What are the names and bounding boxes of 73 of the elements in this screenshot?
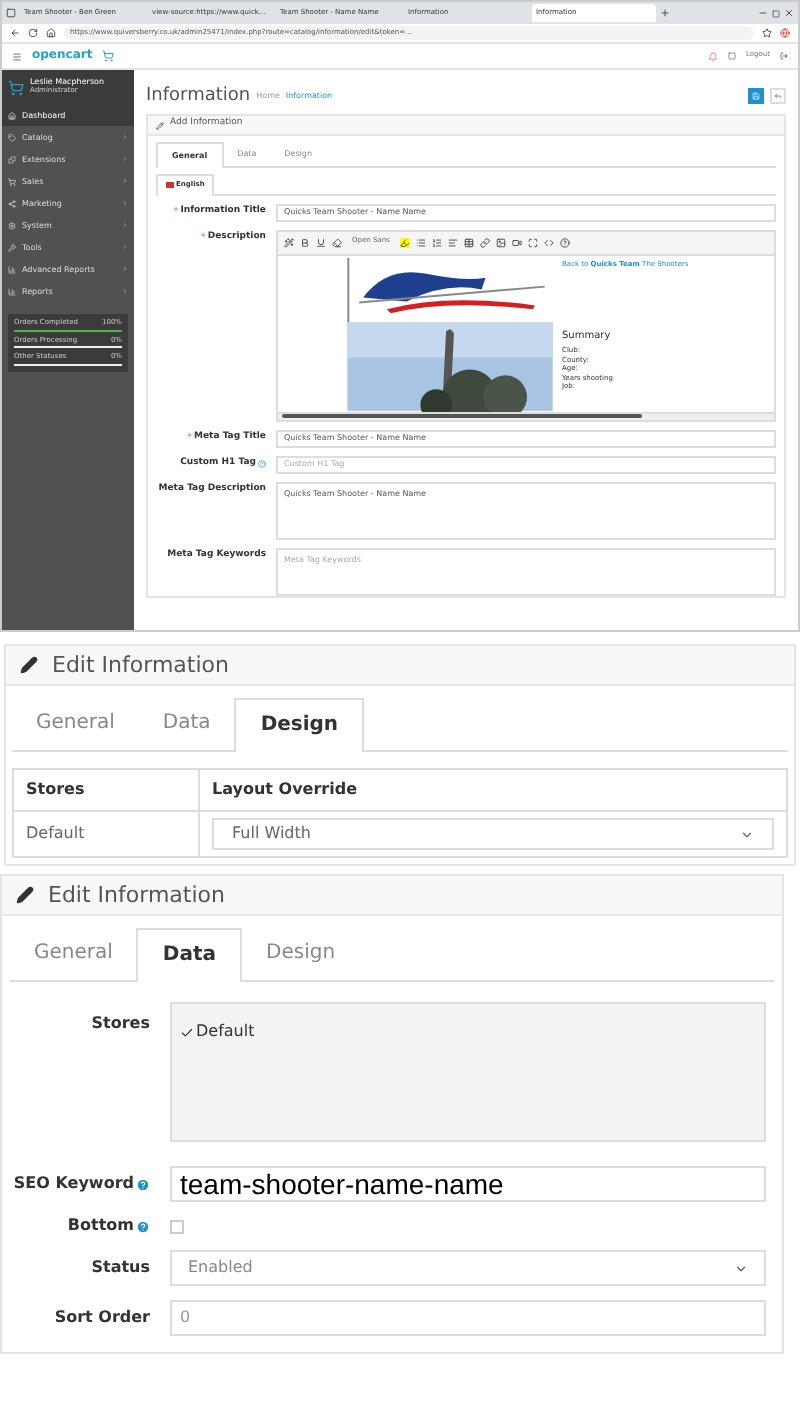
panel-title: Edit Information	[48, 884, 225, 906]
fullscreen-icon[interactable]	[527, 237, 538, 247]
cart-icon	[8, 177, 16, 185]
settings-icon	[8, 221, 16, 229]
home-icon[interactable]	[46, 28, 56, 38]
pencil-icon	[16, 886, 34, 904]
link-icon[interactable]	[479, 237, 490, 247]
back-button[interactable]	[770, 88, 786, 104]
highlight-icon[interactable]	[399, 237, 410, 247]
scrollbar[interactable]	[282, 414, 642, 418]
panel-title: Edit Information	[52, 654, 229, 676]
checkmark-icon	[180, 1025, 194, 1039]
layout-select[interactable]: Full Width	[212, 818, 774, 850]
menu-icon[interactable]	[12, 51, 22, 61]
cart-icon	[8, 79, 24, 95]
reply-icon	[774, 92, 782, 100]
wrench-icon	[8, 243, 16, 251]
checkbox[interactable]	[170, 1219, 184, 1233]
bar-chart-icon	[8, 265, 16, 273]
minimize-icon[interactable]	[758, 8, 768, 18]
table-cell: Default	[13, 811, 199, 857]
column-header: Stores	[13, 769, 199, 811]
tab[interactable]: Design	[242, 928, 360, 980]
share-icon	[8, 199, 16, 207]
table-icon[interactable]	[463, 237, 474, 247]
align-icon[interactable]	[447, 237, 458, 247]
chevron-down-icon	[734, 1261, 748, 1275]
tab[interactable]: Data	[136, 928, 242, 982]
pencil-icon	[20, 656, 38, 674]
tab[interactable]: General	[10, 928, 137, 980]
field-label: Status	[91, 1260, 150, 1276]
underline-icon[interactable]	[316, 237, 326, 247]
save-icon	[752, 92, 760, 100]
column-header: Layout Override	[199, 769, 787, 811]
magic-wand-icon[interactable]	[284, 237, 294, 247]
code-icon[interactable]	[543, 237, 554, 247]
eraser-icon[interactable]	[332, 237, 342, 247]
puzzle-icon	[8, 155, 16, 163]
field-label: Bottom	[67, 1218, 134, 1234]
flag-icon	[166, 182, 174, 189]
star-icon[interactable]	[762, 28, 772, 38]
numbered-list-icon[interactable]	[431, 237, 442, 247]
bullet-list-icon[interactable]	[415, 237, 426, 247]
cart-icon	[102, 50, 115, 62]
tab[interactable]: Design	[234, 698, 365, 752]
chevron-down-icon	[740, 827, 754, 841]
logout-icon[interactable]	[780, 52, 788, 60]
new-tab-icon[interactable]	[660, 8, 670, 18]
tab[interactable]: General	[12, 698, 139, 750]
bold-icon[interactable]	[300, 237, 310, 247]
status-select[interactable]: Enabled	[170, 1250, 766, 1286]
home-icon	[8, 111, 16, 119]
save-button[interactable]	[748, 88, 764, 104]
field-label: Sort Order	[54, 1310, 150, 1326]
notification-icon[interactable]	[708, 51, 719, 61]
store-checkbox[interactable]: Default	[180, 1020, 756, 1044]
back-icon[interactable]	[10, 28, 20, 38]
profile-icon[interactable]	[780, 28, 790, 38]
window-icon[interactable]	[6, 8, 16, 18]
video-icon[interactable]	[511, 237, 522, 247]
tag-icon	[8, 133, 16, 141]
reload-icon[interactable]	[28, 28, 38, 38]
field-label: Stores	[89, 1012, 150, 1036]
help-icon[interactable]	[559, 237, 570, 247]
store-icon[interactable]	[728, 52, 737, 60]
field-label: SEO Keyword	[13, 1176, 134, 1192]
pencil-icon	[156, 121, 164, 129]
tab[interactable]: Data	[138, 698, 235, 750]
maximize-icon[interactable]	[772, 9, 780, 17]
text-field[interactable]: team-shooter-name-name	[170, 1166, 766, 1202]
page-title: Information	[146, 87, 251, 105]
image-icon[interactable]	[495, 237, 506, 247]
bar-chart-icon	[8, 287, 16, 295]
